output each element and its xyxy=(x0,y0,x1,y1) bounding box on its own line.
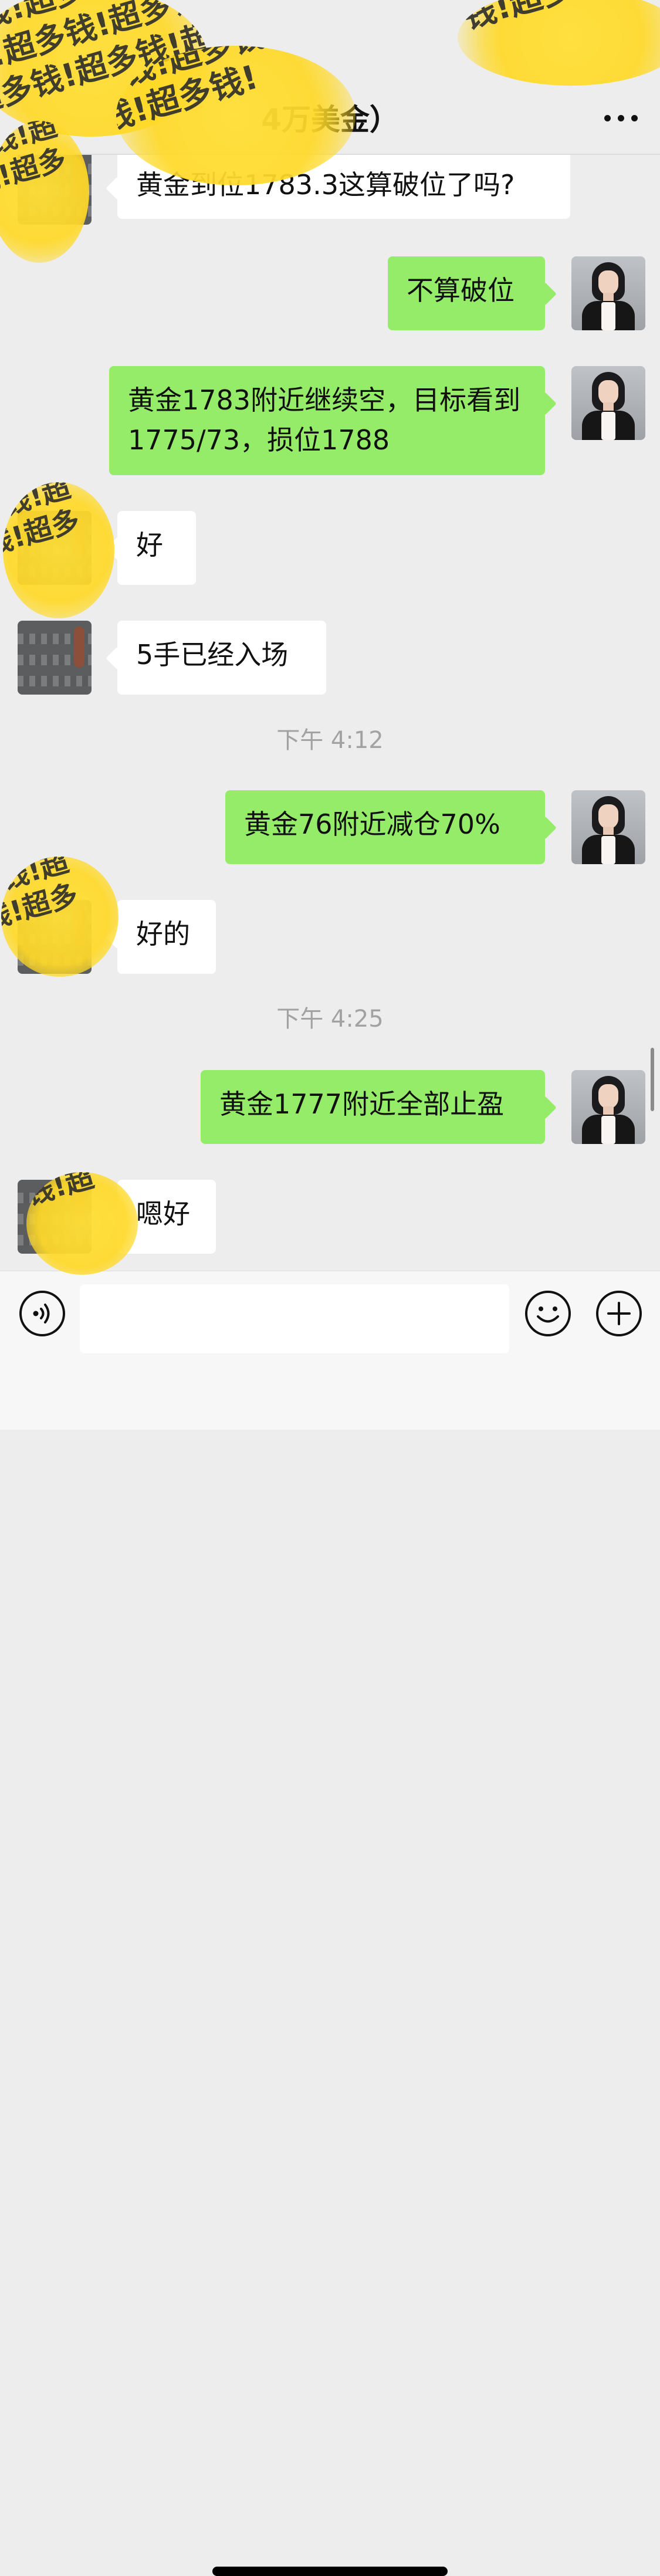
user-avatar[interactable] xyxy=(571,366,645,440)
avatar-pattern xyxy=(18,566,92,577)
avatar-figure xyxy=(74,906,84,947)
contact-avatar[interactable] xyxy=(18,621,92,695)
message-row: 黄金1777附近全部止盈 xyxy=(0,1070,660,1144)
avatar-shirt xyxy=(601,302,615,330)
message-text: 黄金1777附近全部止盈 xyxy=(219,1088,505,1120)
received-message-bubble[interactable]: 好的 xyxy=(117,900,216,974)
message-text: 黄金1783附近继续空，目标看到1775/73，损位1788 xyxy=(128,384,521,456)
user-avatar[interactable] xyxy=(571,256,645,330)
contact-avatar[interactable] xyxy=(18,900,92,974)
contact-avatar[interactable] xyxy=(18,1180,92,1254)
emoji-icon xyxy=(525,1291,571,1336)
message-text: 黄金76附近减仓70% xyxy=(244,808,500,840)
more-icon xyxy=(631,114,638,121)
message-text: 不算破位 xyxy=(407,275,515,306)
message-text: 好 xyxy=(136,529,163,561)
message-row: 好 xyxy=(0,511,660,585)
message-row: 不算破位 xyxy=(0,256,660,330)
avatar-shirt xyxy=(601,1116,615,1144)
received-message-bubble[interactable]: 黄金到位1783.3这算破位了吗? xyxy=(117,154,570,219)
avatar-figure xyxy=(74,157,84,198)
message-row: 5手已经入场 xyxy=(0,621,660,695)
avatar-face xyxy=(598,270,618,295)
home-indicator xyxy=(212,2567,448,2576)
received-message-bubble[interactable]: 嗯好 xyxy=(117,1180,216,1254)
plus-icon xyxy=(596,1291,642,1336)
scrollbar[interactable] xyxy=(651,1048,654,1111)
input-bar xyxy=(0,1271,660,2576)
message-row: 黄金到位1783.3这算破位了吗? xyxy=(0,154,660,225)
avatar-figure xyxy=(74,1186,84,1227)
more-options-button[interactable] xyxy=(600,97,641,138)
message-row: 嗯好 xyxy=(0,1180,660,1254)
voice-button[interactable] xyxy=(18,1289,67,1338)
message-text: 好的 xyxy=(136,918,190,950)
avatar-face xyxy=(598,1084,618,1109)
emoji-button[interactable] xyxy=(523,1289,573,1338)
sent-message-bubble[interactable]: 黄金1777附近全部止盈 xyxy=(201,1070,545,1144)
avatar-figure xyxy=(74,517,84,558)
avatar-shirt xyxy=(601,836,615,864)
more-icon xyxy=(604,114,611,121)
message-text: 嗯好 xyxy=(136,1198,190,1230)
avatar-face xyxy=(598,804,618,829)
message-row: 黄金1783附近继续空，目标看到1775/73，损位1788 xyxy=(0,366,660,475)
chat-header: 4万美金） xyxy=(0,0,660,155)
avatar-pattern xyxy=(18,955,92,966)
message-row: 好的 xyxy=(0,900,660,974)
more-button[interactable] xyxy=(594,1289,644,1338)
contact-avatar[interactable] xyxy=(18,511,92,585)
avatar-shirt xyxy=(601,412,615,440)
sent-message-bubble[interactable]: 黄金76附近减仓70% xyxy=(225,790,545,864)
voice-icon xyxy=(19,1291,65,1336)
avatar-pattern xyxy=(18,1235,92,1245)
avatar-face xyxy=(598,380,618,405)
timestamp: 下午 4:25 xyxy=(276,1006,384,1033)
received-message-bubble[interactable]: 5手已经入场 xyxy=(117,621,326,695)
contact-avatar[interactable] xyxy=(18,154,92,225)
received-message-bubble[interactable]: 好 xyxy=(117,511,196,585)
message-row: 黄金76附近减仓70% xyxy=(0,790,660,864)
avatar-pattern xyxy=(18,676,92,686)
chat-title: 4万美金） xyxy=(261,103,399,137)
avatar-pattern xyxy=(18,206,92,216)
sent-message-bubble[interactable]: 黄金1783附近继续空，目标看到1775/73，损位1788 xyxy=(109,366,545,475)
avatar-figure xyxy=(74,627,84,668)
more-icon xyxy=(617,114,624,121)
message-input[interactable] xyxy=(80,1284,509,1353)
message-text: 5手已经入场 xyxy=(136,639,289,671)
message-text: 黄金到位1783.3这算破位了吗? xyxy=(136,169,515,201)
timestamp: 下午 4:12 xyxy=(276,727,384,754)
chat-history[interactable]: 黄金到位1783.3这算破位了吗? 不算破位 黄金1783附近继续空，目标看到1… xyxy=(0,154,660,1271)
user-avatar[interactable] xyxy=(571,1070,645,1144)
user-avatar[interactable] xyxy=(571,790,645,864)
sent-message-bubble[interactable]: 不算破位 xyxy=(388,256,545,330)
